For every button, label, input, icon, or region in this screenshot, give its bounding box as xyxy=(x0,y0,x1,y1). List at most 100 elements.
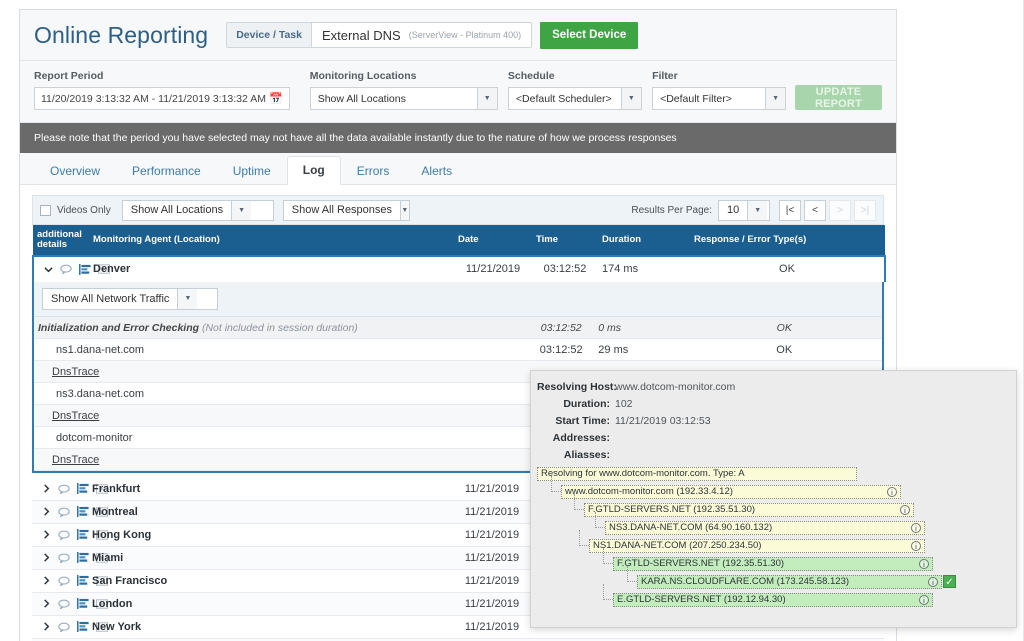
schedule-select[interactable]: <Default Scheduler> ▼ xyxy=(508,87,642,110)
chevron-down-icon[interactable]: ▼ xyxy=(231,201,251,220)
comment-icon[interactable] xyxy=(58,484,70,494)
chevron-down-icon[interactable] xyxy=(44,265,53,274)
log-locations-select[interactable]: Show All Locations ▼ xyxy=(122,200,274,221)
chevron-down-icon[interactable]: ▼ xyxy=(747,201,767,220)
chevron-right-icon[interactable] xyxy=(42,553,51,562)
tab-alerts[interactable]: Alerts xyxy=(405,157,468,185)
trace-bar[interactable]: KARA.NS.CLOUDFLARE.COM (173.245.58.123)i xyxy=(637,575,942,589)
chevron-right-icon[interactable] xyxy=(42,576,51,585)
trace-bar-label: Resolving for www.dotcom-monitor.com. Ty… xyxy=(541,468,853,480)
chevron-right-icon[interactable] xyxy=(42,530,51,539)
info-icon[interactable]: i xyxy=(911,523,921,533)
detail-duration-1: 29 ms xyxy=(594,339,686,361)
dns-trace-popup[interactable]: Resolving Host: www.dotcom-monitor.com D… xyxy=(530,370,1017,628)
agent-name-cell: San Francisco xyxy=(88,569,453,592)
filter-select[interactable]: <Default Filter> ▼ xyxy=(652,87,786,110)
chevron-down-icon[interactable]: ▼ xyxy=(621,88,641,109)
network-traffic-value: Show All Network Traffic xyxy=(43,289,177,309)
bar-chart-icon[interactable] xyxy=(77,575,89,586)
log-table-header: additional details Monitoring Agent (Loc… xyxy=(33,225,885,256)
bar-chart-icon[interactable] xyxy=(77,621,89,632)
agent-name: Denver xyxy=(93,263,130,275)
network-traffic-select[interactable]: Show All Network Traffic ▼ xyxy=(42,288,218,310)
chevron-right-icon[interactable] xyxy=(42,599,51,608)
tab-log[interactable]: Log xyxy=(287,156,341,185)
agent-name: Montreal xyxy=(92,506,138,518)
popup-key-aliasses: Aliasses: xyxy=(537,449,610,461)
popup-key-start-time: Start Time: xyxy=(537,415,610,427)
trace-bar[interactable]: NS1.DANA-NET.COM (207.250.234.50)i xyxy=(589,539,925,553)
device-task-label: Device / Task xyxy=(227,23,312,47)
calendar-icon[interactable]: 📅 xyxy=(269,92,283,105)
comment-icon[interactable] xyxy=(58,576,70,586)
table-row-expanded[interactable]: Denver 11/21/2019 03:12:52 174 ms OK xyxy=(33,256,885,282)
info-icon[interactable]: i xyxy=(887,487,897,497)
popup-value-resolving-host: www.dotcom-monitor.com xyxy=(615,381,735,393)
chevron-down-icon[interactable]: ▼ xyxy=(765,88,785,109)
trace-bar[interactable]: F.GTLD-SERVERS.NET (192.35.51.30)i xyxy=(613,557,933,571)
bar-chart-icon[interactable] xyxy=(77,529,89,540)
chevron-down-icon[interactable]: ▼ xyxy=(477,88,497,109)
results-per-page-select[interactable]: 10 ▼ xyxy=(718,200,770,221)
agent-name-cell: Hong Kong xyxy=(88,523,453,546)
trace-row: F.GTLD-SERVERS.NET (192.35.51.30)i xyxy=(537,557,1010,573)
dnstrace-link-3[interactable]: DnsTrace xyxy=(34,449,450,471)
row-icons xyxy=(38,264,85,275)
info-icon[interactable]: i xyxy=(919,595,929,605)
log-responses-select[interactable]: Show All Responses ▼ xyxy=(283,200,410,221)
chevron-right-icon[interactable] xyxy=(42,484,51,493)
detail-host-1: ns1.dana-net.com xyxy=(34,339,450,361)
pager-first-button[interactable]: |< xyxy=(779,200,801,221)
filter-bar: Report Period 11/20/2019 3:13:32 AM - 11… xyxy=(20,61,896,123)
trace-bar[interactable]: www.dotcom-monitor.com (192.33.4.12)i xyxy=(561,485,901,499)
bar-chart-icon[interactable] xyxy=(77,598,89,609)
trace-connector xyxy=(595,512,605,528)
monitoring-locations-select[interactable]: Show All Locations ▼ xyxy=(310,87,498,110)
detail-date-1 xyxy=(450,339,528,361)
device-task-selector[interactable]: Device / Task External DNS (ServerView -… xyxy=(226,22,532,48)
comment-icon[interactable] xyxy=(58,553,70,563)
detail-spacer-4a xyxy=(450,405,528,427)
dnstrace-link-2[interactable]: DnsTrace xyxy=(34,405,450,427)
bar-chart-icon[interactable] xyxy=(77,506,89,517)
chevron-right-icon[interactable] xyxy=(42,622,51,631)
info-icon[interactable]: i xyxy=(900,505,910,515)
comment-icon[interactable] xyxy=(58,622,70,632)
select-device-button[interactable]: Select Device xyxy=(540,22,638,49)
chevron-down-icon[interactable]: ▼ xyxy=(177,289,197,309)
pager-prev-button[interactable]: < xyxy=(804,200,826,221)
trace-row: F.GTLD-SERVERS.NET (192.35.51.30)i xyxy=(537,503,1010,519)
comment-icon[interactable] xyxy=(58,507,70,517)
pager-last-button: >| xyxy=(854,200,876,221)
videos-only-checkbox[interactable] xyxy=(40,205,51,216)
comment-icon[interactable] xyxy=(60,264,72,274)
col-agent: Monitoring Agent (Location) xyxy=(89,225,454,256)
info-icon[interactable]: i xyxy=(911,541,921,551)
tab-errors[interactable]: Errors xyxy=(341,157,406,185)
trace-bar[interactable]: Resolving for www.dotcom-monitor.com. Ty… xyxy=(537,467,857,481)
tab-uptime[interactable]: Uptime xyxy=(217,157,287,185)
comment-icon[interactable] xyxy=(58,599,70,609)
dnstrace-link-1[interactable]: DnsTrace xyxy=(34,361,450,383)
bar-chart-icon[interactable] xyxy=(77,552,89,563)
popup-value-duration: 102 xyxy=(615,398,633,410)
chevron-right-icon[interactable] xyxy=(42,507,51,516)
info-icon[interactable]: i xyxy=(919,559,929,569)
row-date: 11/21/2019 xyxy=(453,523,531,546)
popup-field-resolving-host: Resolving Host: www.dotcom-monitor.com xyxy=(537,381,1010,393)
row-icons-cell xyxy=(32,477,88,500)
chevron-down-icon[interactable]: ▼ xyxy=(400,201,409,220)
info-icon[interactable]: i xyxy=(928,577,938,587)
tab-overview[interactable]: Overview xyxy=(34,157,116,185)
comment-icon[interactable] xyxy=(58,530,70,540)
trace-bar[interactable]: NS3.DANA-NET.COM (64.90.160.132)i xyxy=(605,521,925,535)
trace-bar[interactable]: E.GTLD-SERVERS.NET (192.12.94.30)i xyxy=(613,593,933,607)
bar-chart-icon[interactable] xyxy=(79,264,91,275)
trace-bar[interactable]: F.GTLD-SERVERS.NET (192.35.51.30)i xyxy=(584,503,914,517)
update-report-button[interactable]: UPDATE REPORT xyxy=(795,85,882,110)
tab-performance[interactable]: Performance xyxy=(116,157,217,185)
report-period-input[interactable]: 11/20/2019 3:13:32 AM - 11/21/2019 3:13:… xyxy=(34,87,290,110)
row-date: 11/21/2019 xyxy=(453,569,531,592)
col-duration: Duration xyxy=(598,225,690,256)
bar-chart-icon[interactable] xyxy=(77,483,89,494)
